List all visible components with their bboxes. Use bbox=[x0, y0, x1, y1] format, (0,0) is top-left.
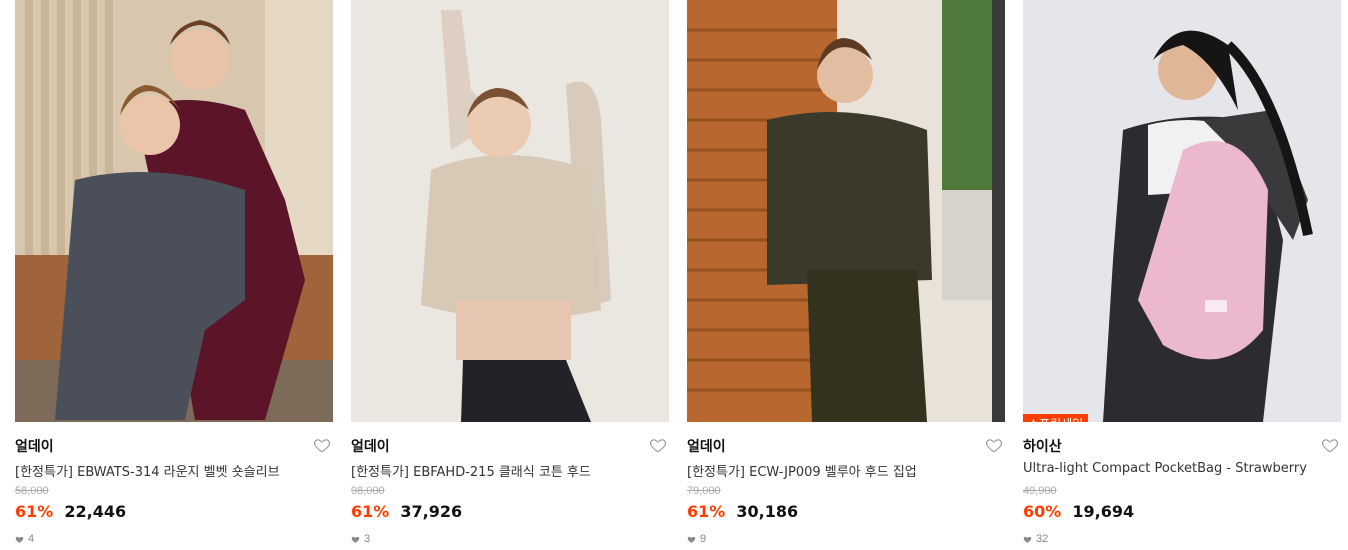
sale-price: 30,186 bbox=[736, 502, 799, 521]
product-image[interactable] bbox=[687, 0, 1005, 422]
sale-badge: 스프링세일 bbox=[1023, 414, 1089, 422]
photo-model-beige-hoodie bbox=[351, 0, 669, 422]
sale-price: 22,446 bbox=[64, 502, 127, 521]
original-price: 49,900 bbox=[1023, 485, 1057, 497]
heart-icon[interactable] bbox=[985, 436, 1003, 454]
discount-rate: 61% bbox=[687, 502, 726, 521]
product-name[interactable]: Ultra-light Compact PocketBag - Strawber… bbox=[1023, 461, 1341, 479]
sale-price: 37,926 bbox=[400, 502, 463, 521]
like-count: 4 bbox=[15, 533, 333, 545]
photo-model-pink-sling-bag bbox=[1023, 0, 1341, 422]
like-count-value: 3 bbox=[364, 533, 371, 545]
product-name[interactable]: [한정특가] EBWATS-314 라운지 벨벳 숏슬리브 bbox=[15, 461, 333, 479]
heart-icon[interactable] bbox=[1321, 436, 1339, 454]
sale-price: 19,694 bbox=[1072, 502, 1135, 521]
product-name[interactable]: [한정특가] ECW-JP009 벨루아 후드 집업 bbox=[687, 461, 1005, 479]
product-image[interactable]: 스프링세일 bbox=[1023, 0, 1341, 422]
like-count-value: 32 bbox=[1036, 533, 1049, 545]
product-brand[interactable]: 얼데이 bbox=[687, 439, 726, 455]
heart-filled-icon bbox=[1023, 536, 1032, 543]
heart-filled-icon bbox=[351, 536, 360, 543]
heart-filled-icon bbox=[687, 536, 696, 543]
product-image[interactable] bbox=[351, 0, 669, 422]
discount-rate: 61% bbox=[351, 502, 390, 521]
photo-two-models-velvet-loungewear bbox=[15, 0, 333, 422]
original-price: 58,000 bbox=[15, 485, 49, 497]
original-price: 79,000 bbox=[687, 485, 721, 497]
product-card[interactable]: 스프링세일 하이산 Ultra-light Compact PocketBag … bbox=[1023, 0, 1341, 550]
product-name[interactable]: [한정특가] EBFAHD-215 클래식 코튼 후드 bbox=[351, 461, 669, 479]
product-card[interactable]: 얼데이 [한정특가] EBFAHD-215 클래식 코튼 후드 98,000 6… bbox=[351, 0, 669, 550]
photo-model-khaki-velour-set bbox=[687, 0, 1005, 422]
like-count: 3 bbox=[351, 533, 669, 545]
product-card[interactable]: 얼데이 [한정특가] ECW-JP009 벨루아 후드 집업 79,000 61… bbox=[687, 0, 1005, 550]
product-grid: 얼데이 [한정특가] EBWATS-314 라운지 벨벳 숏슬리브 58,000… bbox=[0, 0, 1348, 550]
like-count-value: 9 bbox=[700, 533, 707, 545]
like-count: 32 bbox=[1023, 533, 1341, 545]
product-image[interactable] bbox=[15, 0, 333, 422]
product-brand[interactable]: 하이산 bbox=[1023, 439, 1062, 455]
product-brand[interactable]: 얼데이 bbox=[351, 439, 390, 455]
discount-rate: 61% bbox=[15, 502, 54, 521]
like-count: 9 bbox=[687, 533, 1005, 545]
discount-rate: 60% bbox=[1023, 502, 1062, 521]
heart-icon[interactable] bbox=[649, 436, 667, 454]
like-count-value: 4 bbox=[28, 533, 35, 545]
heart-icon[interactable] bbox=[313, 436, 331, 454]
product-brand[interactable]: 얼데이 bbox=[15, 439, 54, 455]
heart-filled-icon bbox=[15, 536, 24, 543]
product-card[interactable]: 얼데이 [한정특가] EBWATS-314 라운지 벨벳 숏슬리브 58,000… bbox=[15, 0, 333, 550]
original-price: 98,000 bbox=[351, 485, 385, 497]
